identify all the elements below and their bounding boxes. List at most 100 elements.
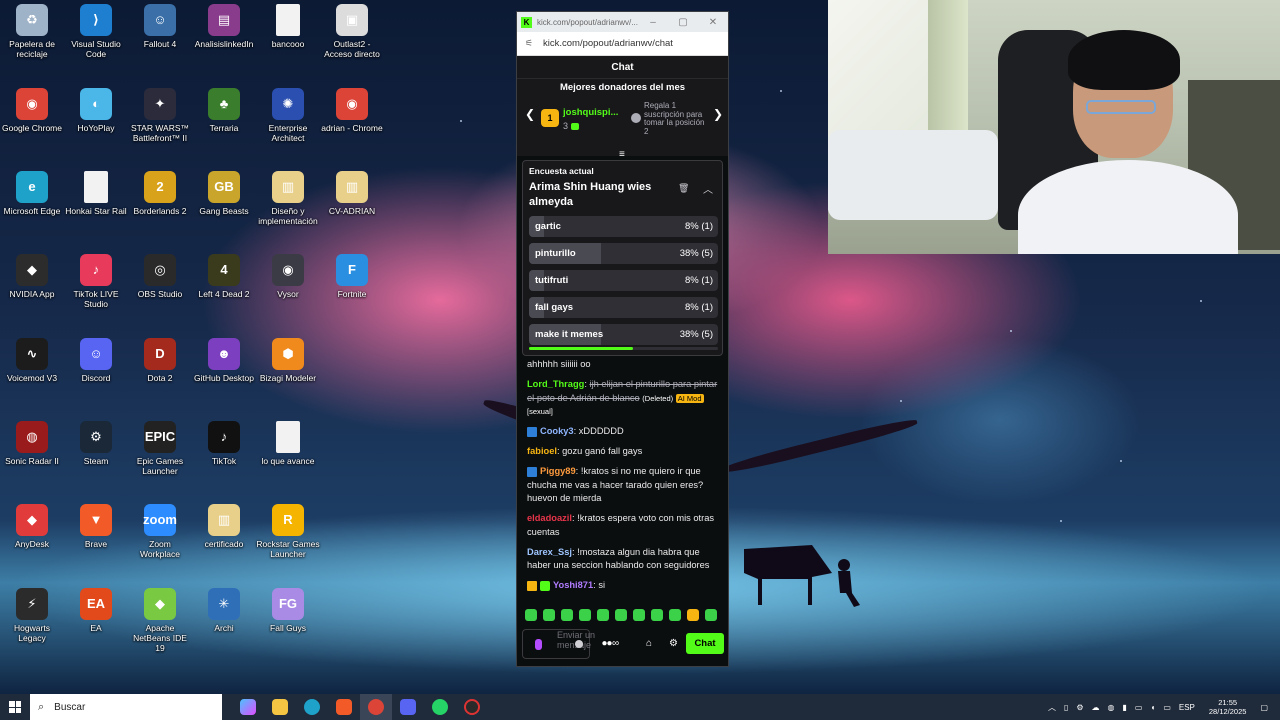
desktop-shortcut[interactable]: ✺ Enterprise Architect	[256, 88, 320, 143]
chat-username[interactable]: Cooky3	[540, 426, 574, 436]
desktop-shortcut[interactable]: ▥ certificado	[192, 504, 256, 549]
taskbar-obs-icon[interactable]	[456, 694, 488, 720]
start-button[interactable]	[0, 694, 30, 720]
taskbar-whatsapp-icon[interactable]	[424, 694, 456, 720]
desktop-shortcut[interactable]: EA EA	[64, 588, 128, 633]
desktop-shortcut[interactable]: ◆ NVIDIA App	[0, 254, 64, 299]
microphone-icon[interactable]	[535, 639, 542, 650]
emote-icon[interactable]	[561, 609, 573, 621]
desktop-shortcut[interactable]: ▤ AnalisislinkedIn	[192, 4, 256, 49]
desktop-shortcut[interactable]: ▼ Brave	[64, 504, 128, 549]
send-chat-button[interactable]: Chat	[686, 633, 724, 654]
store-icon[interactable]: ⌂	[646, 638, 652, 649]
desktop-shortcut[interactable]: ♣ Terraria	[192, 88, 256, 133]
taskbar-brave-icon[interactable]	[328, 694, 360, 720]
emote-icon[interactable]	[525, 609, 537, 621]
desktop-shortcut[interactable]: Honkai Star Rail	[64, 171, 128, 216]
chat-message[interactable]: ahhhhh siiiiii oo	[527, 358, 723, 372]
chat-message[interactable]: eldadoazil: !kratos espera voto con mis …	[527, 512, 723, 539]
desktop-shortcut[interactable]: ✳ Archi	[192, 588, 256, 633]
donors-next-arrow-icon[interactable]: ❯	[713, 107, 723, 121]
notifications-icon[interactable]: ▢	[1260, 703, 1268, 712]
desktop-shortcut[interactable]: GB Gang Beasts	[192, 171, 256, 216]
poll-option[interactable]: make it memes 38% (5)	[529, 324, 718, 345]
desktop-shortcut[interactable]: bancooo	[256, 4, 320, 49]
chat-username[interactable]: eldadoazil	[527, 513, 572, 523]
desktop-shortcut[interactable]: ▥ CV-ADRIAN	[320, 171, 384, 216]
chat-username[interactable]: fabioel	[527, 446, 557, 456]
desktop-shortcut[interactable]: ◆ AnyDesk	[0, 504, 64, 549]
desktop-shortcut[interactable]: ◉ Google Chrome	[0, 88, 64, 133]
taskbar-file-explorer-icon[interactable]	[264, 694, 296, 720]
chat-message[interactable]: Yoshi871: si	[527, 579, 723, 593]
desktop-shortcut[interactable]: ◎ OBS Studio	[128, 254, 192, 299]
desktop-shortcut[interactable]: 2 Borderlands 2	[128, 171, 192, 216]
chat-message-input[interactable]: Enviar un mensaje	[522, 629, 595, 659]
desktop-shortcut[interactable]: ☻ GitHub Desktop	[192, 338, 256, 383]
emote-icon[interactable]	[579, 609, 591, 621]
chat-message[interactable]: Cooky3: xDDDDDD	[527, 425, 723, 439]
emote-icon[interactable]	[705, 609, 717, 621]
emote-icon[interactable]	[597, 609, 609, 621]
chat-username[interactable]: Yoshi871	[553, 580, 593, 590]
tray-app-icon[interactable]: ◍	[1108, 703, 1115, 712]
taskbar-chrome-icon[interactable]	[360, 694, 392, 720]
chat-username[interactable]: Darex_Ssj	[527, 547, 572, 557]
minimize-button[interactable]: –	[638, 17, 668, 28]
tray-mic-icon[interactable]: ▮	[1123, 703, 1127, 712]
emote-icon[interactable]	[543, 609, 555, 621]
chat-message[interactable]: Lord_Thragg: ijh elijan el pinturillo pa…	[527, 378, 723, 419]
desktop-shortcut[interactable]: ◉ adrian - Chrome	[320, 88, 384, 133]
desktop-shortcut[interactable]: FG Fall Guys	[256, 588, 320, 633]
chat-username[interactable]: Lord_Thragg	[527, 379, 584, 389]
chat-username[interactable]: Piggy89	[540, 466, 576, 476]
desktop-shortcut[interactable]: ▣ Outlast2 - Acceso directo	[320, 4, 384, 59]
desktop-shortcut[interactable]: ◍ Sonic Radar II	[0, 421, 64, 466]
desktop-shortcut[interactable]: ♻ Papelera de reciclaje	[0, 4, 64, 59]
points-icon[interactable]: ⦁⦁∞	[602, 638, 619, 649]
donor-name[interactable]: joshquispi...	[563, 107, 618, 118]
chat-message[interactable]: fabioel: gozu ganó fall gays	[527, 445, 723, 459]
poll-option[interactable]: pinturillo 38% (5)	[529, 243, 718, 264]
language-indicator[interactable]: ESP	[1179, 703, 1195, 712]
desktop-shortcut[interactable]: ♪ TikTok LIVE Studio	[64, 254, 128, 309]
poll-option[interactable]: fall gays 8% (1)	[529, 297, 718, 318]
desktop-shortcut[interactable]: ☺ Discord	[64, 338, 128, 383]
emote-icon[interactable]	[633, 609, 645, 621]
tray-cloud-icon[interactable]: ☁	[1092, 703, 1100, 712]
desktop-shortcut[interactable]: ◆ Apache NetBeans IDE 19	[128, 588, 192, 653]
desktop-shortcut[interactable]: ∿ Voicemod V3	[0, 338, 64, 383]
desktop-shortcut[interactable]: ◉ Vysor	[256, 254, 320, 299]
desktop-shortcut[interactable]: ⬢ Bizagi Modeler	[256, 338, 320, 383]
desktop-shortcut[interactable]: F Fortnite	[320, 254, 384, 299]
tray-network-icon[interactable]: ▭	[1135, 703, 1143, 712]
close-button[interactable]: ✕	[698, 17, 728, 28]
taskbar-discord-icon[interactable]	[392, 694, 424, 720]
desktop-shortcut[interactable]: ▥ Diseño y implementación	[256, 171, 320, 226]
kick-chat-popup-window[interactable]: K kick.com/popout/adrianwv/... – ▢ ✕ ⚟ k…	[516, 11, 729, 667]
tray-battery-icon[interactable]: ▭	[1163, 703, 1171, 712]
poll-option[interactable]: gartic 8% (1)	[529, 216, 718, 237]
desktop-shortcut[interactable]: ✦ STAR WARS™ Battlefront™ II	[128, 88, 192, 143]
pinned-toggle-icon[interactable]: ≡	[619, 149, 625, 160]
taskbar-copilot-icon[interactable]	[232, 694, 264, 720]
desktop-shortcut[interactable]: e Microsoft Edge	[0, 171, 64, 216]
chevron-up-icon[interactable]: ︿	[703, 181, 713, 196]
settings-gear-icon[interactable]: ⚙	[669, 638, 678, 649]
taskbar-clock[interactable]: 21:55 28/12/2025	[1209, 698, 1247, 716]
donors-prev-arrow-icon[interactable]: ❮	[525, 107, 535, 121]
tray-overflow-icon[interactable]: ︿	[1048, 702, 1056, 713]
desktop-shortcut[interactable]: D Dota 2	[128, 338, 192, 383]
tray-settings-icon[interactable]: ⚙	[1076, 703, 1083, 712]
desktop-shortcut[interactable]: 4 Left 4 Dead 2	[192, 254, 256, 299]
taskbar-edge-icon[interactable]	[296, 694, 328, 720]
poll-option[interactable]: tutifruti 8% (1)	[529, 270, 718, 291]
tray-device-icon[interactable]: ▯	[1064, 703, 1068, 712]
desktop-shortcut[interactable]: lo que avance	[256, 421, 320, 466]
emote-icon[interactable]	[615, 609, 627, 621]
desktop-shortcut[interactable]: ⚡ Hogwarts Legacy	[0, 588, 64, 643]
desktop-shortcut[interactable]: R Rockstar Games Launcher	[256, 504, 320, 559]
desktop-shortcut[interactable]: ◐ HoYoPlay	[64, 88, 128, 133]
site-settings-icon[interactable]: ⚟	[525, 38, 536, 49]
emote-icon[interactable]	[687, 609, 699, 621]
